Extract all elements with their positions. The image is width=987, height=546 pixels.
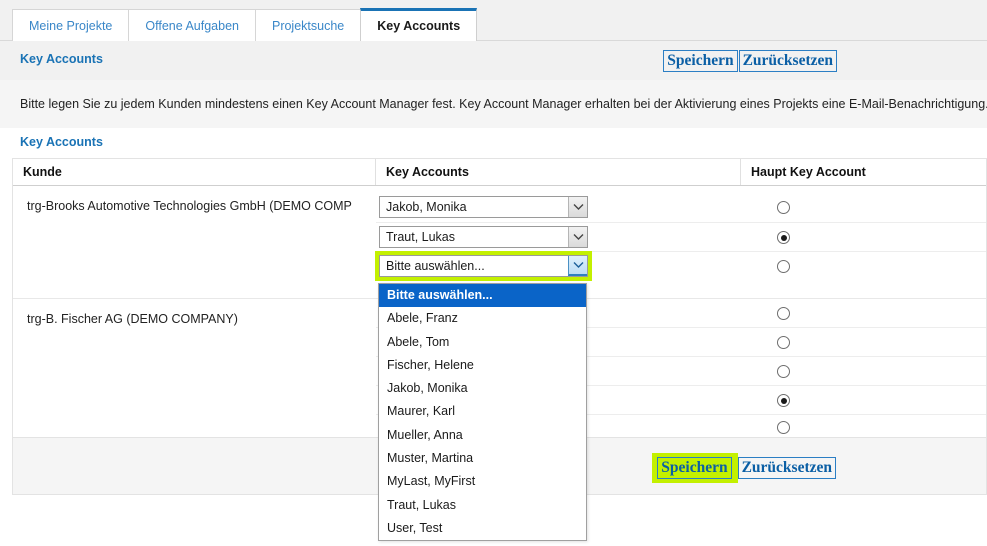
key-account-select-2-value: Traut, Lukas (386, 230, 456, 244)
column-header-kunde: Kunde (13, 159, 376, 185)
main-radio-subrow (741, 357, 986, 386)
tab-strip: Meine Projekte Offene Aufgaben Projektsu… (12, 8, 478, 41)
main-key-account-radio-8[interactable] (777, 421, 790, 434)
dropdown-option[interactable]: Muster, Martina (379, 447, 586, 470)
tab-meine-projekte[interactable]: Meine Projekte (12, 9, 130, 41)
key-account-select-1[interactable]: Jakob, Monika (379, 196, 588, 218)
section-title: Key Accounts (20, 135, 103, 149)
footer-button-row: Speichern Zurücksetzen (652, 453, 837, 483)
main-key-account-cell (741, 299, 986, 444)
key-account-subrow: Bitte auswählen... (375, 251, 741, 281)
main-radio-subrow (741, 252, 986, 281)
save-button-bottom[interactable]: Speichern (657, 457, 732, 479)
reset-button-bottom[interactable]: Zurücksetzen (737, 457, 836, 479)
main-key-account-radio-5[interactable] (777, 336, 790, 349)
tab-projektsuche[interactable]: Projektsuche (254, 9, 362, 41)
main-key-account-cell (741, 186, 986, 298)
main-key-account-radio-2[interactable] (777, 231, 790, 244)
page-title: Key Accounts (20, 52, 103, 66)
key-account-subrow: Traut, Lukas (376, 223, 741, 252)
chevron-down-icon[interactable] (568, 256, 587, 276)
tab-key-accounts[interactable]: Key Accounts (360, 8, 478, 41)
dropdown-option[interactable]: Abele, Franz (379, 307, 586, 330)
main-radio-subrow (741, 386, 986, 415)
tab-bar: Meine Projekte Offene Aufgaben Projektsu… (0, 0, 987, 41)
info-text: Bitte legen Sie zu jedem Kunden mindeste… (20, 97, 987, 111)
main-key-account-radio-3[interactable] (777, 260, 790, 273)
chevron-down-icon[interactable] (568, 197, 587, 217)
dropdown-option[interactable]: Abele, Tom (379, 331, 586, 354)
dropdown-option[interactable]: MyLast, MyFirst (379, 470, 586, 493)
main-radio-subrow (741, 328, 986, 357)
dropdown-option[interactable]: Fischer, Helene (379, 354, 586, 377)
key-account-select-2[interactable]: Traut, Lukas (379, 226, 588, 248)
chevron-down-icon[interactable] (568, 227, 587, 247)
dropdown-option[interactable]: Jakob, Monika (379, 377, 586, 400)
dropdown-option[interactable]: Traut, Lukas (379, 494, 586, 517)
dropdown-option[interactable]: Maurer, Karl (379, 400, 586, 423)
main-radio-subrow (741, 299, 986, 328)
main-key-account-radio-7[interactable] (777, 394, 790, 407)
main-radio-subrow (741, 223, 986, 252)
reset-button-top[interactable]: Zurücksetzen (738, 50, 837, 72)
column-header-key-accounts: Key Accounts (376, 159, 741, 185)
key-account-dropdown-list[interactable]: Bitte auswählen... Abele, Franz Abele, T… (378, 283, 587, 542)
customer-name-cell: trg-Brooks Automotive Technologies GmbH … (13, 186, 376, 298)
main-radio-subrow (741, 186, 986, 223)
main-key-account-radio-4[interactable] (777, 307, 790, 320)
customer-name-cell: trg-B. Fischer AG (DEMO COMPANY) (13, 299, 376, 444)
key-account-select-3-value: Bitte auswählen... (386, 259, 485, 273)
dropdown-option[interactable]: Mueller, Anna (379, 424, 586, 447)
key-account-subrow: Jakob, Monika (376, 186, 741, 223)
customer-name: trg-B. Fischer AG (DEMO COMPANY) (27, 312, 238, 326)
header-button-row: Speichern Zurücksetzen (663, 50, 838, 72)
table-header-row: Kunde Key Accounts Haupt Key Account (13, 159, 986, 186)
key-account-select-3[interactable]: Bitte auswählen... (379, 255, 588, 277)
column-header-haupt-key-account: Haupt Key Account (751, 165, 866, 179)
key-account-select-1-value: Jakob, Monika (386, 200, 467, 214)
tab-offene-aufgaben[interactable]: Offene Aufgaben (128, 9, 256, 41)
save-button-top[interactable]: Speichern (663, 50, 738, 72)
main-key-account-radio-6[interactable] (777, 365, 790, 378)
dropdown-option[interactable]: User, Test (379, 517, 586, 540)
focus-highlight: Speichern (652, 453, 738, 483)
key-account-select-cell: Jakob, Monika Traut, Lukas Bitte auswähl… (375, 186, 741, 298)
header-band: Key Accounts Speichern Zurücksetzen (0, 41, 987, 80)
main-key-account-radio-1[interactable] (777, 201, 790, 214)
dropdown-option[interactable]: Bitte auswählen... (379, 284, 586, 308)
info-strip: Bitte legen Sie zu jedem Kunden mindeste… (0, 80, 987, 128)
customer-name: trg-Brooks Automotive Technologies GmbH … (27, 199, 352, 213)
